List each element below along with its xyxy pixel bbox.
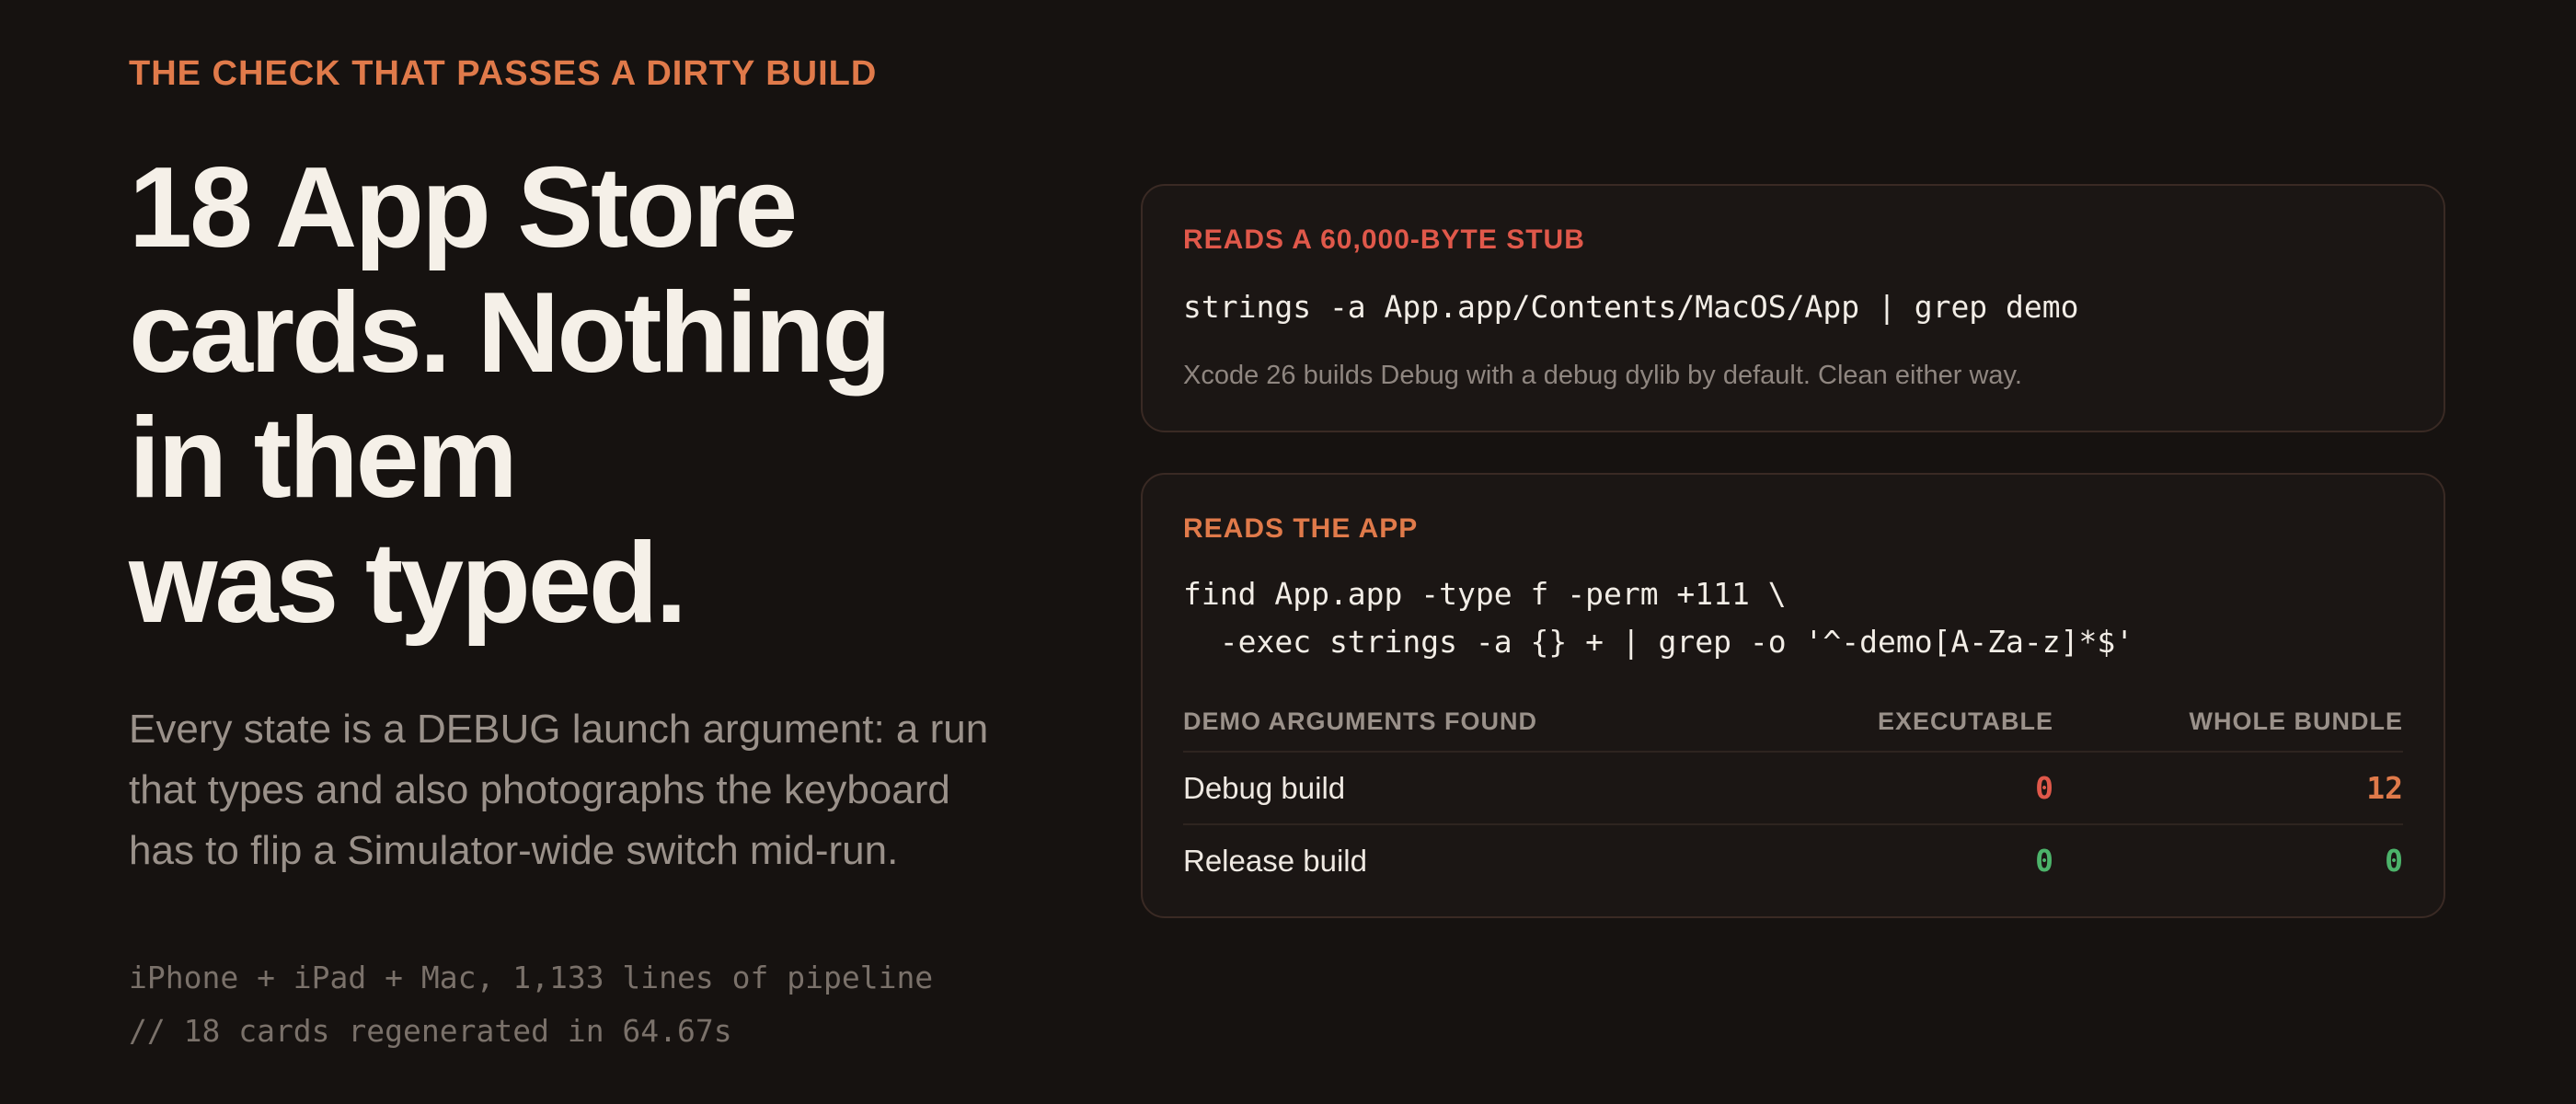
eyebrow: THE CHECK THAT PASSES A DIRTY BUILD: [129, 54, 878, 93]
app-command-line: find App.app -type f -perm +111 \: [1183, 576, 1787, 612]
meta-line: // 18 cards regenerated in 64.67s: [129, 1013, 732, 1049]
headline-line: in them: [129, 395, 518, 522]
app-command-line: -exec strings -a {} + | grep -o '^-demo[…: [1183, 624, 2134, 660]
stub-card-label: READS A 60,000-BYTE STUB: [1183, 224, 1585, 255]
app-check-card: READS THE APP find App.app -type f -perm…: [1141, 473, 2445, 918]
description-line: has to flip a Simulator-wide switch mid-…: [129, 828, 899, 873]
stub-note: Xcode 26 builds Debug with a debug dylib…: [1183, 361, 2022, 390]
column-header: EXECUTABLE: [1877, 707, 2053, 735]
stub-check-card: READS A 60,000-BYTE STUB strings -a App.…: [1141, 184, 2445, 432]
executable-count: 0: [2035, 770, 2053, 806]
column-header: DEMO ARGUMENTS FOUND: [1183, 707, 1537, 735]
app-card-label: READS THE APP: [1183, 513, 1419, 544]
headline: 18 App Store cards. Nothing in them was …: [129, 145, 1049, 646]
stub-command: strings -a App.app/Contents/MacOS/App | …: [1183, 289, 2079, 325]
bundle-count: 0: [2385, 843, 2403, 879]
row-label: Debug build: [1183, 770, 1346, 805]
description-line: Every state is a DEBUG launch argument: …: [129, 707, 989, 752]
meta-line: iPhone + iPad + Mac, 1,133 lines of pipe…: [129, 960, 934, 995]
page: THE CHECK THAT PASSES A DIRTY BUILD 18 A…: [0, 0, 2576, 1104]
description-line: that types and also photographs the keyb…: [129, 767, 950, 812]
bundle-count: 12: [2366, 770, 2403, 806]
headline-line: 18 App Store: [129, 144, 798, 271]
executable-count: 0: [2035, 843, 2053, 879]
description: Every state is a DEBUG launch argument: …: [129, 699, 1012, 881]
pipeline-meta: iPhone + iPad + Mac, 1,133 lines of pipe…: [129, 951, 1049, 1058]
headline-line: cards. Nothing: [129, 270, 891, 397]
table-row: Debug build 0 12: [1183, 753, 2403, 825]
column-header: WHOLE BUNDLE: [2189, 707, 2403, 735]
intro-column: THE CHECK THAT PASSES A DIRTY BUILD 18 A…: [129, 52, 1049, 1058]
table-row: Release build 0 0: [1183, 825, 2403, 896]
row-label: Release build: [1183, 843, 1367, 878]
headline-line: was typed.: [129, 520, 687, 647]
table-header: DEMO ARGUMENTS FOUND EXECUTABLE WHOLE BU…: [1183, 692, 2403, 753]
app-command: find App.app -type f -perm +111 \ -exec …: [1183, 570, 2133, 666]
demo-args-table: DEMO ARGUMENTS FOUND EXECUTABLE WHOLE BU…: [1183, 692, 2403, 896]
